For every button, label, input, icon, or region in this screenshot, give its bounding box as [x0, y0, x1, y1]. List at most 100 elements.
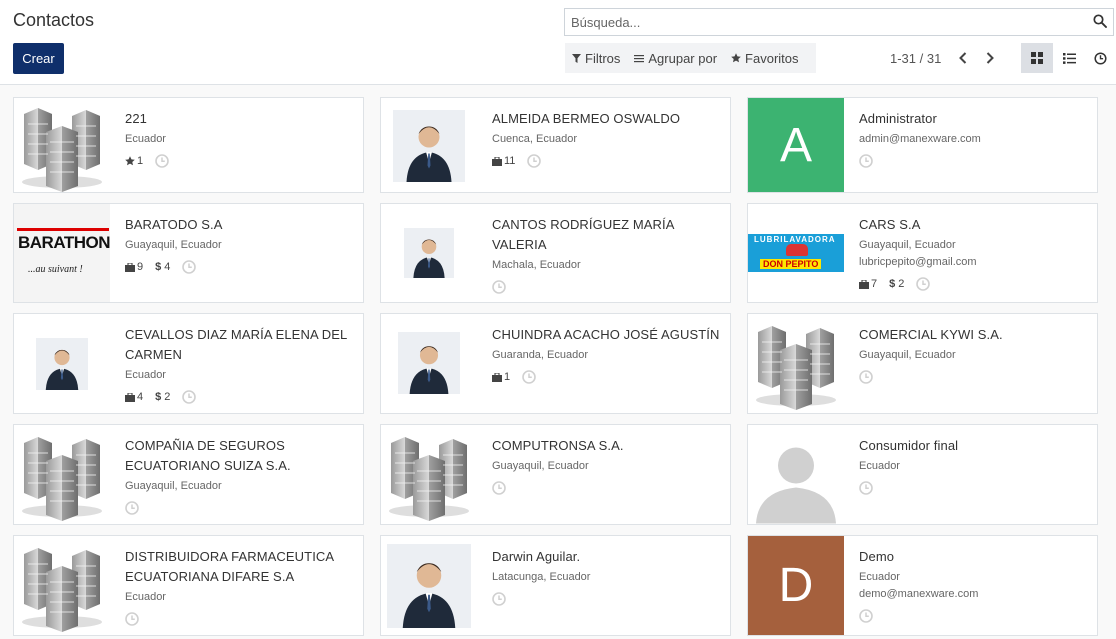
clock-icon[interactable]	[859, 370, 873, 384]
list-icon	[1062, 52, 1076, 64]
briefcase-icon[interactable]: 1	[492, 371, 510, 383]
person-photo	[381, 204, 477, 302]
pager-value[interactable]: 1-31 / 31	[890, 51, 941, 66]
card-subtitle: Guayaquil, Ecuador	[859, 349, 956, 361]
dollar-icon[interactable]: $2	[889, 278, 904, 290]
card-email: demo@manexware.com	[859, 588, 979, 600]
contact-card[interactable]: A Administrator admin@manexware.com	[747, 97, 1098, 193]
card-title: Consumidor final	[859, 438, 959, 453]
list-view-button[interactable]	[1053, 43, 1085, 73]
clock-icon[interactable]	[155, 154, 169, 168]
star-icon[interactable]: 1	[125, 155, 143, 167]
clock-icon[interactable]	[182, 390, 197, 404]
card-subtitle: Ecuador	[859, 460, 900, 472]
filters-button[interactable]: Filtros	[565, 43, 627, 73]
kanban-view-button[interactable]	[1021, 43, 1053, 73]
contact-card[interactable]: COMPUTRONSA S.A. Guayaquil, Ecuador	[380, 424, 731, 525]
clock-icon[interactable]	[916, 277, 931, 291]
clock-icon[interactable]	[125, 612, 139, 626]
search-input[interactable]	[565, 9, 1085, 35]
contact-card[interactable]: CHUINDRA ACACHO JOSÉ AGUSTÍN Guaranda, E…	[380, 313, 731, 414]
control-panel: Contactos Crear Filtros Agrupar por Favo…	[0, 0, 1116, 85]
card-title: COMPAÑIA DE SEGUROS ECUATORIANO SUIZA S.…	[125, 438, 291, 473]
activity-view-button[interactable]	[1084, 43, 1116, 73]
meta-value: 11	[504, 155, 516, 167]
clock-icon	[1093, 51, 1107, 65]
card-subtitle: Guaranda, Ecuador	[492, 349, 589, 361]
contact-card[interactable]: BARATHON ...au suivant ! BARATODO S.A Gu…	[13, 203, 364, 303]
card-title: CANTOS RODRÍGUEZ MARÍA VALERIA	[492, 217, 674, 252]
logo-text: LUBRILAVADORA	[754, 235, 836, 244]
dollar-icon[interactable]: $2	[155, 391, 170, 403]
card-subtitle: Machala, Ecuador	[492, 259, 581, 271]
avatar: A	[748, 98, 844, 192]
company-logo: BARATHON ...au suivant !	[14, 204, 110, 302]
clock-icon[interactable]	[492, 280, 506, 294]
briefcase-icon[interactable]: 9	[125, 261, 143, 273]
contact-card[interactable]: Consumidor final Ecuador	[747, 424, 1098, 525]
clock-icon[interactable]	[125, 501, 139, 515]
contact-card[interactable]: DISTRIBUIDORA FARMACEUTICA ECUATORIANA D…	[13, 535, 364, 636]
card-title: ALMEIDA BERMEO OSWALDO	[492, 111, 681, 126]
card-subtitle: Ecuador	[125, 369, 166, 381]
company-logo: LUBRILAVADORA DON PEPITO	[748, 204, 844, 302]
favorites-button[interactable]: Favoritos	[724, 43, 805, 73]
contact-card[interactable]: LUBRILAVADORA DON PEPITO CARS S.A Guayaq…	[747, 203, 1098, 303]
meta-value: 4	[137, 391, 144, 403]
clock-icon[interactable]	[527, 154, 542, 168]
clock-icon[interactable]	[492, 481, 506, 495]
briefcase-icon[interactable]: 7	[859, 278, 877, 290]
meta-value: 7	[871, 278, 878, 290]
person-photo	[381, 98, 477, 192]
filter-bar: Filtros Agrupar por Favoritos	[565, 43, 816, 73]
clock-icon[interactable]	[859, 154, 873, 168]
clock-icon[interactable]	[859, 481, 873, 495]
card-subtitle: Guayaquil, Ecuador	[492, 460, 589, 472]
briefcase-icon[interactable]: 4	[125, 391, 143, 403]
contact-card[interactable]: COMERCIAL KYWI S.A. Guayaquil, Ecuador	[747, 313, 1098, 414]
briefcase-icon[interactable]: 11	[492, 155, 515, 167]
group-by-button[interactable]: Agrupar por	[627, 43, 724, 73]
placeholder-person-icon	[748, 425, 844, 524]
card-title: COMPUTRONSA S.A.	[492, 438, 624, 453]
contact-card[interactable]: CEVALLOS DIAZ MARÍA ELENA DEL CARMEN Ecu…	[13, 313, 364, 414]
building-icon	[14, 536, 110, 635]
card-subtitle: Ecuador	[859, 571, 900, 583]
person-photo	[381, 536, 477, 635]
contact-card[interactable]: CANTOS RODRÍGUEZ MARÍA VALERIA Machala, …	[380, 203, 731, 303]
contact-card[interactable]: ALMEIDA BERMEO OSWALDO Cuenca, Ecuador 1…	[380, 97, 731, 193]
clock-icon[interactable]	[859, 609, 873, 623]
contact-card[interactable]: 221 Ecuador 1	[13, 97, 364, 193]
page-title: Contactos	[13, 10, 95, 30]
avatar: D	[748, 536, 844, 635]
building-icon	[14, 425, 110, 524]
contact-card[interactable]: Darwin Aguilar. Latacunga, Ecuador	[380, 535, 731, 636]
meta-value: 1	[504, 371, 511, 383]
filter-icon	[572, 53, 581, 63]
card-title: COMERCIAL KYWI S.A.	[859, 327, 1003, 342]
contact-card[interactable]: D Demo Ecuador demo@manexware.com	[747, 535, 1098, 636]
pager-next-icon[interactable]	[981, 49, 999, 67]
card-title: CEVALLOS DIAZ MARÍA ELENA DEL CARMEN	[125, 327, 347, 362]
card-subtitle: Latacunga, Ecuador	[492, 571, 591, 583]
bars-icon	[634, 54, 645, 62]
logo-text: BARATHON	[18, 233, 110, 252]
building-icon	[14, 98, 110, 192]
pager-previous-icon[interactable]	[954, 49, 972, 67]
clock-icon[interactable]	[492, 592, 506, 606]
person-photo	[14, 314, 110, 413]
card-title: 221	[125, 111, 147, 126]
meta-value: 9	[137, 261, 144, 273]
contact-card[interactable]: COMPAÑIA DE SEGUROS ECUATORIANO SUIZA S.…	[13, 424, 364, 525]
dollar-icon[interactable]: $4	[155, 261, 170, 273]
clock-icon[interactable]	[522, 370, 536, 384]
search-icon[interactable]	[1093, 14, 1109, 30]
meta-value: 4	[164, 261, 171, 273]
card-subtitle: Ecuador	[125, 591, 166, 603]
logo-tagline: DON PEPITO	[760, 259, 822, 269]
clock-icon[interactable]	[182, 260, 197, 274]
create-button[interactable]: Crear	[13, 43, 64, 74]
card-title: Darwin Aguilar.	[492, 549, 581, 564]
person-photo	[381, 314, 477, 413]
meta-value: 1	[137, 155, 144, 167]
